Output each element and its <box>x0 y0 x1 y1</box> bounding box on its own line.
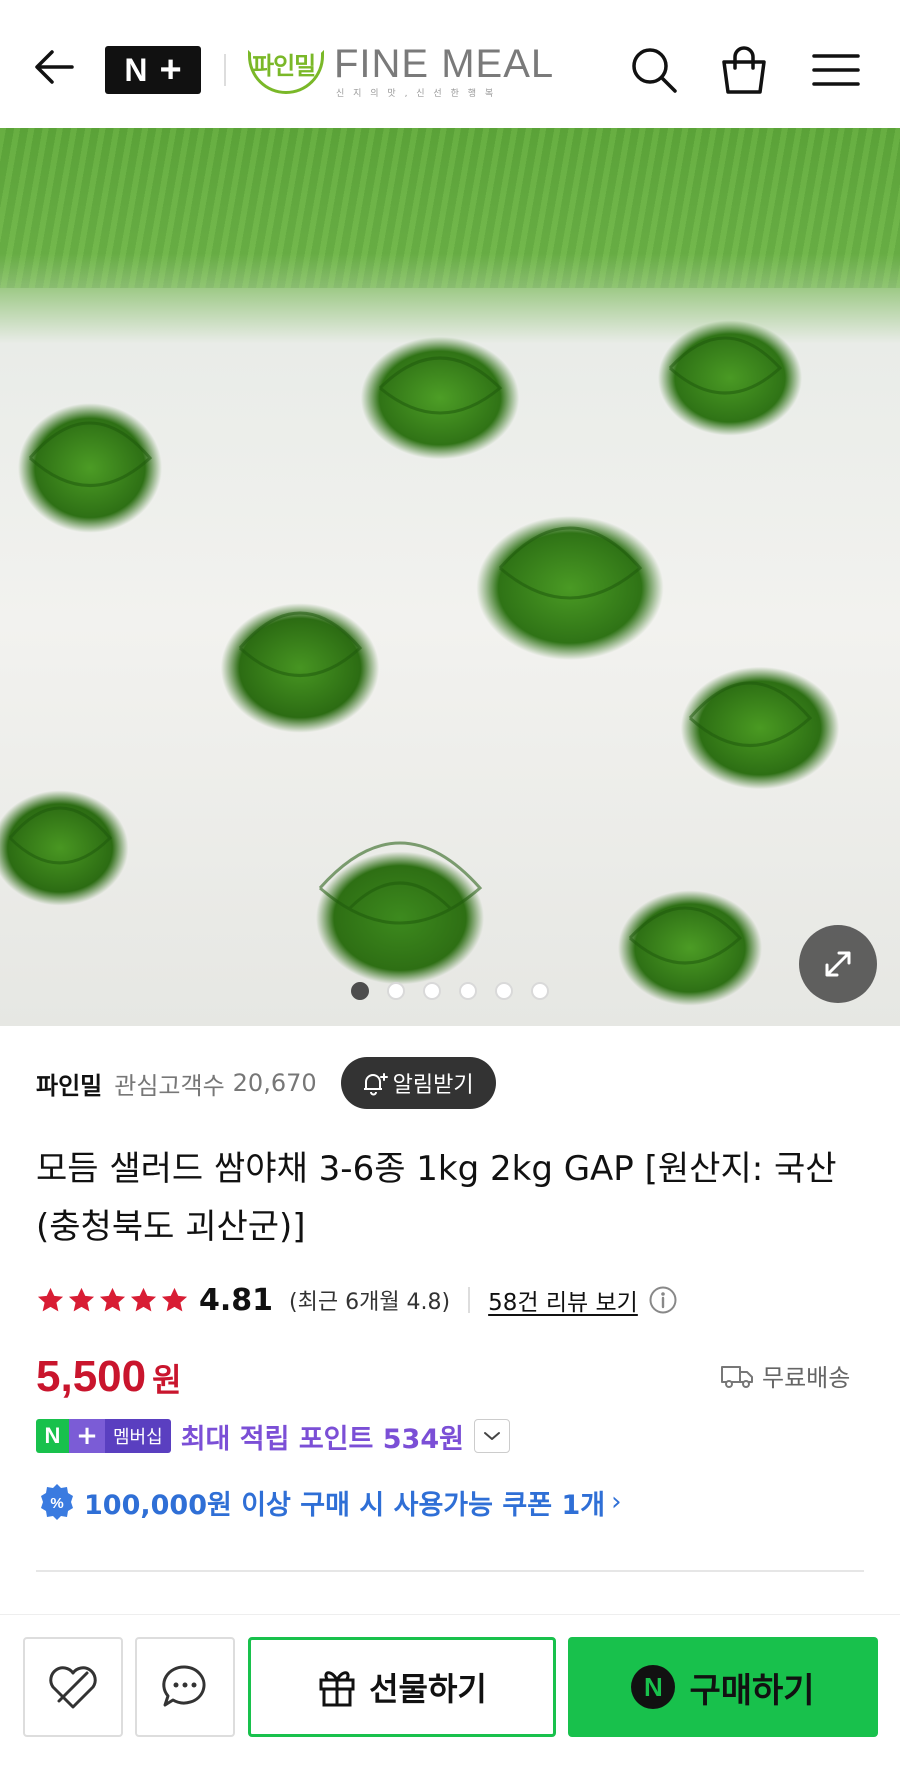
naver-membership-badge: N + 멤버십 <box>36 1419 171 1453</box>
coupon-percent-symbol: % <box>50 1495 63 1512</box>
heart-icon <box>49 1666 97 1709</box>
naver-plus-store-logo[interactable]: N + <box>105 46 201 94</box>
carousel-dot[interactable] <box>387 982 405 1000</box>
star-rating <box>36 1286 189 1315</box>
seller-name[interactable]: 파인밀 <box>36 1066 102 1101</box>
brand-english-name: FINE MEAL <box>334 42 555 86</box>
gift-button[interactable]: 선물하기 <box>248 1637 556 1737</box>
product-image-carousel[interactable] <box>0 128 900 1026</box>
back-arrow-icon[interactable] <box>30 42 80 92</box>
star-icon <box>99 1287 126 1311</box>
chevron-right-icon: › <box>611 1487 622 1517</box>
carousel-dot[interactable] <box>495 982 513 1000</box>
price: 5,500 원 <box>36 1352 182 1402</box>
header-divider <box>224 54 226 86</box>
bell-plus-icon <box>363 1073 388 1096</box>
brand-slogan: 신 지 의 맛 , 신 선 한 행 복 <box>336 89 497 99</box>
coupon-text: 100,000원 이상 구매 시 사용가능 쿠폰 1개 <box>84 1489 606 1521</box>
review-count-link[interactable]: 58건 리뷰 보기 <box>488 1283 638 1317</box>
shipping-info: 무료배송 <box>720 1358 850 1393</box>
membership-badge-n: N <box>36 1419 69 1453</box>
carousel-dot[interactable] <box>423 982 441 1000</box>
notification-subscribe-label: 알림받기 <box>392 1073 474 1098</box>
star-icon <box>68 1287 95 1311</box>
top-header: N + 파인밀 FINE MEAL 신 지 의 맛 , 신 선 한 행 복 <box>0 0 900 128</box>
brand-korean-name: 파인밀 <box>252 52 316 80</box>
interested-customers-label: 관심고객수 <box>114 1071 225 1100</box>
brand-korean-logo: 파인밀 <box>246 42 326 96</box>
notification-subscribe-button[interactable]: 알림받기 <box>340 1057 496 1109</box>
chat-bubble-icon <box>162 1665 206 1707</box>
wishlist-button[interactable] <box>23 1637 123 1737</box>
naver-n-letter: N <box>124 51 148 88</box>
seller-row: 파인밀 관심고객수 20,670 알림받기 <box>36 1057 496 1109</box>
shopping-bag-icon[interactable] <box>716 42 772 98</box>
coupon-percent-icon: % <box>41 1484 73 1520</box>
carousel-dot[interactable] <box>459 982 477 1000</box>
buy-label: 구매하기 <box>689 1670 815 1711</box>
carousel-dot[interactable] <box>531 982 549 1000</box>
bottom-action-bar: 선물하기 N 구매하기 <box>0 1614 900 1780</box>
delivery-truck-icon <box>721 1365 753 1388</box>
carousel-indicator <box>0 982 900 1000</box>
lettuce-photo <box>8 336 813 965</box>
star-icon <box>37 1287 64 1311</box>
gift-label: 선물하기 <box>369 1670 487 1708</box>
price-unit: 원 <box>152 1361 182 1399</box>
search-icon[interactable] <box>626 42 682 98</box>
recent-rating: (최근 6개월 4.8) <box>289 1290 451 1315</box>
store-brand-logo[interactable]: 파인밀 FINE MEAL 신 지 의 맛 , 신 선 한 행 복 <box>246 38 556 100</box>
rating-row: 4.81 (최근 6개월 4.8) 58건 리뷰 보기 <box>36 1278 678 1322</box>
section-divider <box>36 1570 864 1572</box>
product-title: 모듬 샐러드 쌈야채 3-6종 1kg 2kg GAP [원산지: 국산(충청북… <box>36 1149 837 1247</box>
gift-icon <box>319 1671 355 1707</box>
info-icon[interactable] <box>648 1285 678 1315</box>
price-amount: 5,500 <box>36 1352 147 1401</box>
rating-score: 4.81 <box>199 1282 274 1318</box>
points-expand-button[interactable] <box>473 1419 510 1453</box>
menu-icon[interactable] <box>808 42 864 98</box>
star-icon <box>130 1287 157 1311</box>
max-points-text: 최대 적립 포인트 534원 <box>180 1423 464 1455</box>
membership-badge-text: 멤버십 <box>105 1419 171 1453</box>
expand-image-icon[interactable] <box>799 925 877 1003</box>
chevron-down-icon <box>483 1432 500 1440</box>
membership-points-row: N + 멤버십 최대 적립 포인트 534원 <box>36 1418 510 1455</box>
chat-button[interactable] <box>135 1637 235 1737</box>
interested-customers-count: 20,670 <box>232 1069 317 1097</box>
membership-badge-plus: + <box>69 1419 105 1453</box>
buy-button[interactable]: N 구매하기 <box>568 1637 878 1737</box>
carousel-dot[interactable] <box>351 982 369 1000</box>
rating-divider <box>468 1287 471 1313</box>
shipping-label: 무료배송 <box>762 1364 851 1392</box>
naver-pay-icon: N <box>631 1665 676 1709</box>
plus-sign: + <box>159 49 182 91</box>
coupon-link[interactable]: % 100,000원 이상 구매 시 사용가능 쿠폰 1개 › <box>38 1482 622 1522</box>
star-icon <box>161 1287 188 1311</box>
